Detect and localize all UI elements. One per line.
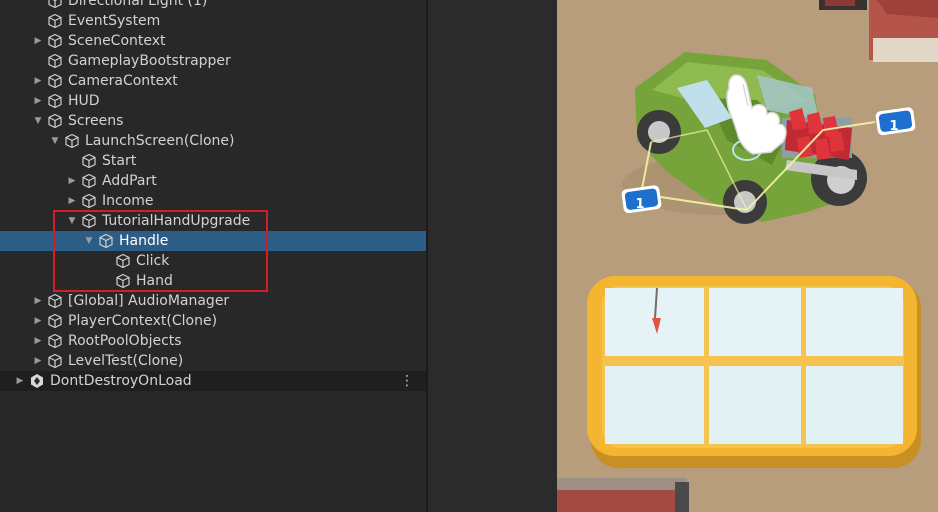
hierarchy-row-label: Handle [119,233,169,249]
hierarchy-row-label: PlayerContext(Clone) [68,313,218,329]
expand-down-arrow-icon[interactable]: ▼ [32,111,44,131]
expand-right-arrow-icon[interactable]: ▶ [32,351,44,371]
hierarchy-row-label: AddPart [102,173,157,189]
hierarchy-row-label: Hand [136,273,173,289]
hierarchy-row[interactable]: ▶ [Global] AudioManager [0,291,426,311]
hierarchy-row-label: Start [102,153,137,169]
expand-right-arrow-icon[interactable]: ▶ [32,331,44,351]
gameobject-cube-icon [81,173,97,189]
hierarchy-row[interactable]: Start [0,151,426,171]
gameobject-cube-icon [81,153,97,169]
hierarchy-row-label: CameraContext [68,73,178,89]
hierarchy-row-label: RootPoolObjects [68,333,182,349]
hierarchy-row[interactable]: ▼ TutorialHandUpgrade [0,211,426,231]
expand-right-arrow-icon[interactable]: ▶ [32,91,44,111]
hierarchy-row-label: LaunchScreen(Clone) [85,133,235,149]
badge-left-number: 1 [635,197,644,212]
hierarchy-row[interactable]: ▶ PlayerContext(Clone) [0,311,426,331]
game-view[interactable]: 1 1 [557,0,938,512]
expand-right-arrow-icon[interactable]: ▶ [66,191,78,211]
expand-down-arrow-icon[interactable]: ▼ [83,231,95,251]
hierarchy-row[interactable]: ▶ LevelTest(Clone) [0,351,426,371]
gameobject-cube-icon [64,133,80,149]
building-bottom [557,488,685,512]
gameobject-cube-icon [81,193,97,209]
slot-tray [587,276,921,468]
hierarchy-row-label: Screens [68,113,124,129]
hierarchy-row[interactable]: Directional Light (1) [0,0,426,11]
gameobject-cube-icon [47,333,63,349]
hierarchy-row-label: HUD [68,93,100,109]
gameobject-cube-icon [81,213,97,229]
expand-right-arrow-icon[interactable]: ▶ [14,371,26,391]
hierarchy-row-label: Directional Light (1) [68,0,208,9]
hierarchy-row[interactable]: ▼ Handle [0,231,426,251]
hierarchy-row-label: DontDestroyOnLoad [50,373,192,389]
gameobject-cube-icon [47,53,63,69]
hierarchy-row[interactable]: ▶ AddPart [0,171,426,191]
hierarchy-row[interactable]: ▶ RootPoolObjects [0,331,426,351]
hierarchy-row-label: Click [136,253,170,269]
scene-menu-kebab-icon[interactable]: ⋮ [400,372,414,390]
hierarchy-row[interactable]: Hand [0,271,426,291]
expand-right-arrow-icon[interactable]: ▶ [66,171,78,191]
expand-right-arrow-icon[interactable]: ▶ [32,71,44,91]
hierarchy-row[interactable]: GameplayBootstrapper [0,51,426,71]
game-scene: 1 1 [557,0,938,512]
gameobject-cube-icon [47,13,63,29]
hierarchy-row-label: GameplayBootstrapper [68,53,231,69]
gameobject-cube-icon [98,233,114,249]
hierarchy-row-label: LevelTest(Clone) [68,353,184,369]
expand-right-arrow-icon[interactable]: ▶ [32,31,44,51]
gameobject-cube-icon [47,353,63,369]
expand-right-arrow-icon[interactable]: ▶ [32,311,44,331]
gameobject-cube-icon [47,93,63,109]
gameobject-cube-icon [115,253,131,269]
hierarchy-row[interactable]: EventSystem [0,11,426,31]
badge-right-number: 1 [889,119,898,134]
gameobject-cube-icon [47,0,63,9]
hierarchy-row[interactable]: ▶ HUD [0,91,426,111]
hierarchy-row-label: Income [102,193,154,209]
hierarchy-row-label: EventSystem [68,13,161,29]
gameobject-cube-icon [47,313,63,329]
hierarchy-panel: Directional Light (1) EventSystem ▶ SceneCo… [0,0,426,512]
hierarchy-row-label: TutorialHandUpgrade [102,213,251,229]
expand-down-arrow-icon[interactable]: ▼ [66,211,78,231]
gameobject-cube-icon [47,113,63,129]
expand-right-arrow-icon[interactable]: ▶ [32,291,44,311]
hierarchy-row-label: [Global] AudioManager [68,293,230,309]
hierarchy-row[interactable]: Click [0,251,426,271]
scene-view-strip [426,0,557,512]
gameobject-cube-icon [47,73,63,89]
hierarchy-row[interactable]: ▶ SceneContext [0,31,426,51]
top-block-red [825,0,855,6]
gameobject-cube-icon [47,293,63,309]
hierarchy-row[interactable]: ▶ CameraContext [0,71,426,91]
hierarchy-row[interactable]: ▼ Screens [0,111,426,131]
hierarchy-row[interactable]: ▶ DontDestroyOnLoad ⋮ [0,371,426,391]
gameobject-cube-icon [47,33,63,49]
unity-scene-icon [29,373,45,389]
building-right-base [873,38,938,62]
hierarchy-row-label: SceneContext [68,33,166,49]
gameobject-cube-icon [115,273,131,289]
hierarchy-row[interactable]: ▼ LaunchScreen(Clone) [0,131,426,151]
expand-down-arrow-icon[interactable]: ▼ [49,131,61,151]
hierarchy-row[interactable]: ▶ Income [0,191,426,211]
